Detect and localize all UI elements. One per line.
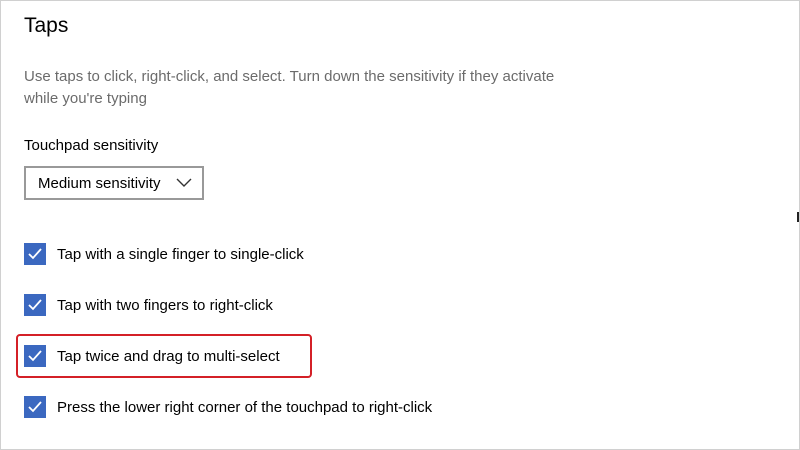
- dropdown-selected-value: Medium sensitivity: [38, 174, 161, 192]
- checkbox-two-finger-right-click[interactable]: Tap with two fingers to right-click: [24, 293, 273, 317]
- section-description: Use taps to click, right-click, and sele…: [24, 68, 555, 107]
- touchpad-sensitivity-label: Touchpad sensitivity: [24, 137, 159, 154]
- checkbox-box[interactable]: [24, 396, 46, 418]
- checkbox-box[interactable]: [24, 243, 46, 265]
- checkbox-lower-right-corner[interactable]: Press the lower right corner of the touc…: [24, 395, 432, 419]
- checkbox-label: Tap with a single finger to single-click: [57, 245, 304, 263]
- checkmark-icon: [28, 401, 42, 413]
- checkbox-box[interactable]: [24, 294, 46, 316]
- checkbox-single-finger-click[interactable]: Tap with a single finger to single-click: [24, 242, 304, 266]
- checkbox-label: Tap twice and drag to multi-select: [57, 347, 280, 365]
- checkbox-label: Press the lower right corner of the touc…: [57, 398, 433, 416]
- checkmark-icon: [28, 248, 42, 260]
- touchpad-sensitivity-dropdown[interactable]: Medium sensitivity: [24, 166, 204, 200]
- checkbox-label: Tap with two fingers to right-click: [57, 296, 273, 314]
- scrollbar-edge: [797, 212, 799, 222]
- checkbox-tap-twice-drag[interactable]: Tap twice and drag to multi-select: [24, 344, 280, 368]
- checkmark-icon: [28, 350, 42, 362]
- checkbox-box[interactable]: [24, 345, 46, 367]
- section-title: Taps: [24, 14, 69, 37]
- checkmark-icon: [28, 299, 42, 311]
- chevron-down-icon: [176, 178, 192, 187]
